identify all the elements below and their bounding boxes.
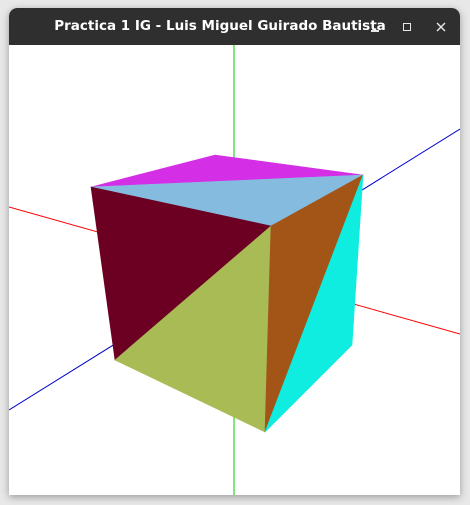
maximize-button[interactable] [396, 16, 418, 38]
minimize-button[interactable] [364, 16, 386, 38]
app-window: Practica 1 IG - Luis Miguel Guirado Baut… [9, 8, 460, 495]
minimize-icon [371, 30, 379, 32]
maximize-icon [403, 23, 411, 31]
scene-canvas[interactable] [9, 45, 460, 495]
close-button[interactable] [430, 16, 452, 38]
close-icon [436, 22, 446, 32]
opengl-viewport[interactable] [9, 45, 460, 495]
title-bar[interactable]: Practica 1 IG - Luis Miguel Guirado Baut… [9, 8, 460, 45]
window-title: Practica 1 IG - Luis Miguel Guirado Baut… [54, 18, 386, 34]
